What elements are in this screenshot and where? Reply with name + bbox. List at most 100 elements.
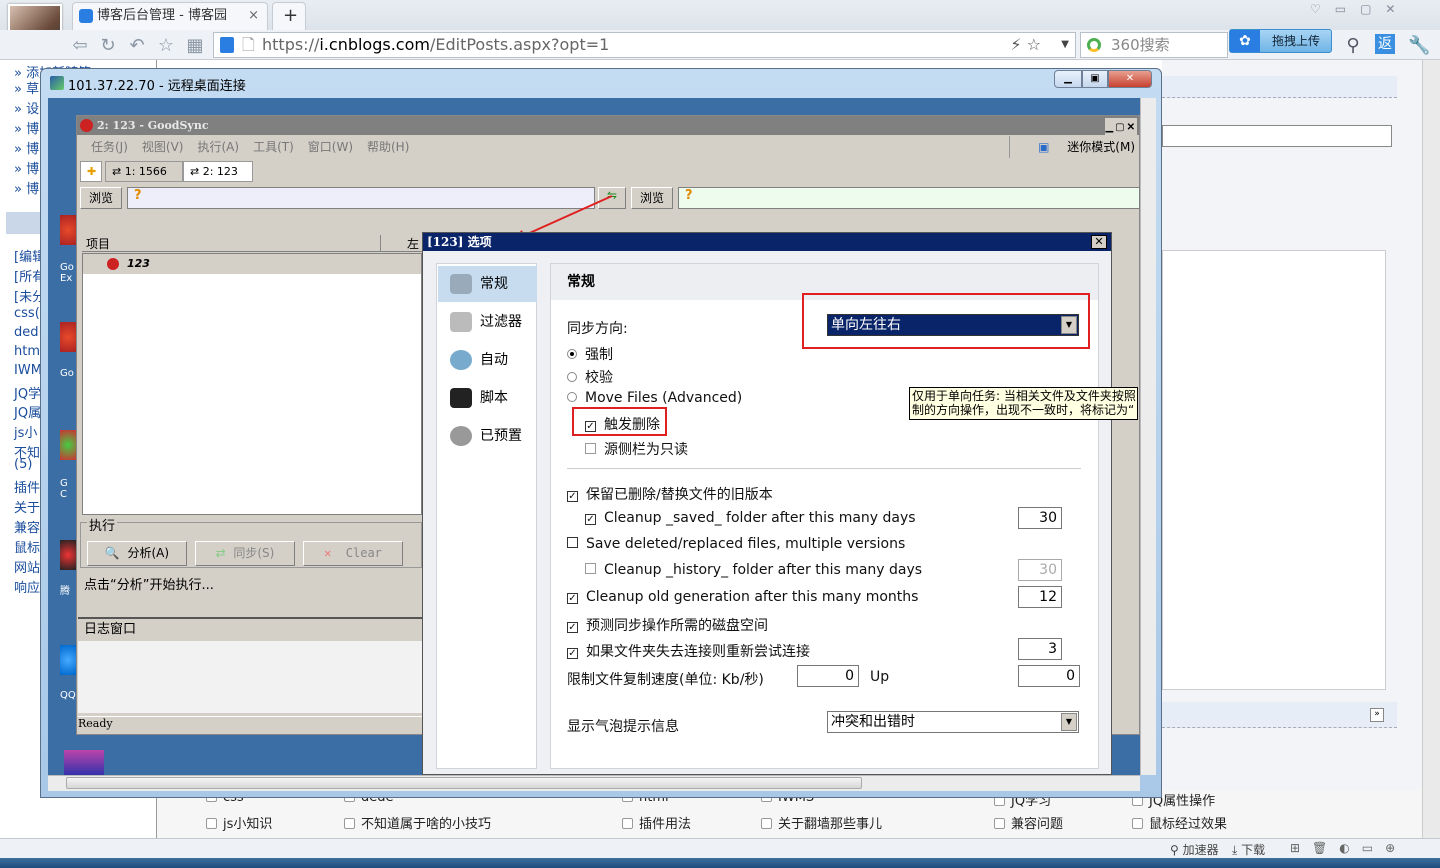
winrar-icon[interactable] [64,750,104,775]
page-editor-area[interactable] [1162,250,1386,690]
favorite-icon[interactable]: ☆ [156,36,176,56]
job-tab[interactable]: ⇄ 1: 1566 [105,161,183,182]
category-checkbox[interactable]: 不知道属于啥的小技巧 [344,813,491,832]
download-button[interactable]: ⤓ 下载 [1232,841,1265,858]
cleanup-history-checkbox[interactable]: Cleanup _history_ folder after this many… [585,562,922,578]
category-link[interactable]: 插件 [14,477,40,496]
apps-icon[interactable]: ▦ [185,36,205,56]
goodsync-desktop-icon[interactable] [60,215,76,245]
column-left[interactable]: 左 [380,235,419,252]
menu-execute[interactable]: 执行(A) [197,140,239,154]
job-tab-active[interactable]: ⇄ 2: 123 [183,161,253,182]
cleanup-saved-days-input[interactable]: 30 [1018,507,1062,529]
nav-general[interactable]: 常规 [438,266,537,302]
source-readonly-checkbox[interactable]: 源侧栏为只读 [585,439,688,459]
sidebar-link[interactable]: » 博 [14,158,39,177]
tencent-desktop-icon[interactable] [60,540,76,570]
goodsync-window-controls[interactable]: ▁▢✕ [1105,118,1137,137]
speed-up-input[interactable]: 0 [1018,665,1080,687]
menu-tools[interactable]: 工具(T) [253,140,294,154]
category-link[interactable]: IWM [14,363,42,378]
page-text-input[interactable] [1162,125,1392,147]
keep-old-versions-checkbox[interactable]: ✓ 保留已删除/替换文件的旧版本 [567,484,773,504]
right-path-input[interactable]: ? [678,187,1140,209]
job-row[interactable]: 123 [83,254,421,274]
menu-task[interactable]: 任务(J) [91,140,128,154]
category-link[interactable]: 关于 [14,497,40,516]
nav-auto[interactable]: 自动 [438,342,537,378]
sidebar-link[interactable]: » 博 [14,118,39,137]
menu-help[interactable]: 帮助(H) [367,140,409,154]
star-icon[interactable]: ⚡ ☆ [1010,33,1041,57]
sidebar-link[interactable]: » 设 [14,98,39,117]
category-checkbox[interactable]: 鼠标经过效果 [1132,813,1227,832]
category-link[interactable]: css( [14,306,40,321]
chevron-down-icon[interactable]: ▼ [1061,316,1077,334]
search-input[interactable]: 360搜索 [1080,32,1228,58]
browser-tab[interactable]: 博客后台管理 - 博客园 × [72,2,268,30]
save-multiple-versions-checkbox[interactable]: Save deleted/replaced files, multiple ve… [567,536,905,552]
mode-force-radio[interactable]: 强制 [567,344,613,364]
scrollbar-thumb[interactable] [66,777,862,789]
address-bar[interactable]: 🗋 https://i.cnblogs.com/EditPosts.aspx?o… [213,32,1076,58]
tools-icon[interactable]: 🔧 [1408,36,1430,56]
browse-right-button[interactable]: 浏览 [631,187,673,209]
nav-preset[interactable]: 已预置 [438,418,537,454]
category-link[interactable]: JQ属 [14,402,41,421]
maximize-button[interactable]: ▣ [1082,70,1108,88]
clear-button[interactable]: ✕ Clear [303,541,403,566]
category-link[interactable]: 兼容 [14,517,40,536]
accelerator-button[interactable]: ⚲ 加速器 [1170,841,1219,858]
category-link[interactable]: 响应 [14,577,40,596]
return-button[interactable]: 返 [1375,34,1395,54]
minimize-button[interactable]: ▁ [1054,70,1082,88]
cloud-upload-button[interactable]: ✿ 拖拽上传 [1229,29,1332,53]
category-checkbox[interactable]: 兼容问题 [994,813,1063,832]
category-link[interactable]: (5) [14,457,32,472]
new-tab-button[interactable]: + [272,2,306,30]
category-checkbox[interactable]: js小知识 [206,813,272,832]
collapse-icon[interactable]: » [1370,708,1384,722]
category-link[interactable]: JQ学 [14,383,41,402]
chrome-desktop-icon[interactable] [60,430,76,460]
search-icon[interactable]: ⚲ [1343,36,1363,56]
column-item[interactable]: 项目 [86,237,110,251]
speed-down-input[interactable]: 0 [797,665,859,687]
predict-space-checkbox[interactable]: ✓ 预测同步操作所需的磁盘空间 [567,615,768,635]
category-link[interactable]: htm [14,344,40,359]
balloon-select[interactable]: 冲突和出错时 ▼ [827,711,1079,733]
menu-view[interactable]: 视图(V) [142,140,184,154]
mode-move-radio[interactable]: Move Files (Advanced) [567,390,742,406]
analyze-button[interactable]: 🔍 分析(A) [87,541,187,566]
sync-button[interactable]: ⇄ 同步(S) [195,541,295,566]
back-icon[interactable]: ⇦ [70,36,90,56]
close-tab-icon[interactable]: × [248,3,259,29]
mini-mode-button[interactable]: ▣ 迷你模式(M) [1009,136,1139,158]
undo-icon[interactable]: ↶ [127,36,147,56]
refresh-icon[interactable]: ↻ [98,36,118,56]
nav-filter[interactable]: 过滤器 [438,304,537,340]
category-link[interactable]: 鼠标 [14,537,40,556]
window-controls[interactable]: ♡▭▢✕ [1310,2,1436,20]
browse-left-button[interactable]: 浏览 [80,187,122,209]
goodsync-desktop-icon[interactable] [60,322,76,352]
dropdown-icon[interactable]: ▼ [1061,33,1069,57]
status-tool-icons[interactable]: ⊞🗑◐▭⊕ [1290,841,1407,855]
close-button[interactable]: ✕ [1108,70,1152,88]
category-link[interactable]: ded [14,325,39,340]
propagate-delete-checkbox[interactable]: ✓ 触发删除 [585,414,660,434]
sidebar-link[interactable]: » 博 [14,138,39,157]
sidebar-link[interactable]: » 博 [14,178,39,197]
rdp-vertical-scrollbar[interactable] [1140,98,1156,775]
qq-desktop-icon[interactable] [60,645,76,675]
reconnect-checkbox[interactable]: ✓ 如果文件夹失去连接则重新尝试连接 [567,641,810,661]
category-checkbox[interactable]: 关于翻墙那些事儿 [761,813,882,832]
cleanup-saved-checkbox[interactable]: ✓ Cleanup _saved_ folder after this many … [585,510,916,526]
menu-window[interactable]: 窗口(W) [308,140,353,154]
sidebar-link[interactable]: » 草 [14,78,39,97]
cleanup-months-input[interactable]: 12 [1018,586,1062,608]
cleanup-history-days-input[interactable]: 30 [1018,559,1062,581]
category-checkbox[interactable]: 插件用法 [622,813,691,832]
category-link[interactable]: js小 [14,422,37,441]
chevron-down-icon[interactable]: ▼ [1061,713,1077,731]
